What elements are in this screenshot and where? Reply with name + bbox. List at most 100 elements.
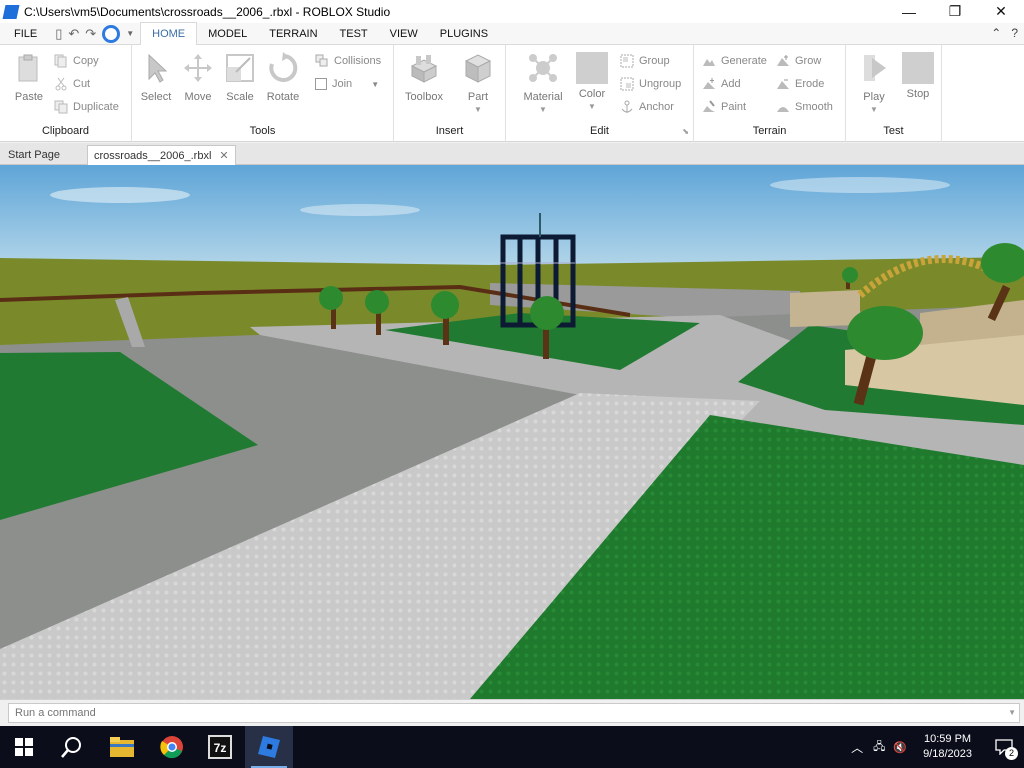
tab-view[interactable]: VIEW — [379, 23, 429, 45]
part-button[interactable]: Part ▼ — [456, 52, 500, 114]
erode-button[interactable]: Erode — [776, 75, 824, 93]
undo-icon[interactable]: ↶ — [68, 26, 79, 42]
material-label: Material — [523, 91, 563, 103]
toolbox-button[interactable]: Toolbox — [401, 52, 447, 103]
grow-button[interactable]: Grow — [776, 52, 821, 70]
file-menu[interactable]: FILE — [0, 23, 51, 45]
title-bar: C:\Users\vm5\Documents\crossroads__2006_… — [0, 0, 1024, 23]
paint-terrain-button[interactable]: Paint — [702, 98, 746, 116]
network-icon[interactable]: 🖧 — [873, 738, 885, 757]
move-tool-button[interactable]: Move — [176, 52, 220, 103]
grow-label: Grow — [795, 55, 822, 67]
part-dropdown-icon[interactable]: ▼ — [456, 105, 500, 114]
color-dropdown-icon[interactable]: ▼ — [570, 102, 614, 111]
generate-terrain-icon — [703, 59, 715, 66]
ungroup-icon — [620, 77, 634, 91]
tab-start-page[interactable]: Start Page — [2, 145, 66, 165]
play-button[interactable]: Play ▼ — [852, 52, 896, 114]
taskbar-7zip[interactable]: 7z — [196, 726, 244, 768]
minimize-button[interactable]: — — [886, 0, 932, 23]
taskbar-file-explorer[interactable] — [98, 726, 146, 768]
copy-label: Copy — [73, 55, 99, 67]
notifications-button[interactable]: 2 — [984, 726, 1024, 768]
test-group-label: Test — [883, 125, 904, 137]
maximize-button[interactable]: ❐ — [932, 0, 978, 23]
tab-test[interactable]: TEST — [329, 23, 379, 45]
rotate-tool-button[interactable]: Rotate — [261, 52, 305, 103]
anchor-button[interactable]: Anchor — [620, 98, 674, 116]
close-button[interactable]: ✕ — [978, 0, 1024, 23]
document-tab-label: crossroads__2006_.rbxl — [94, 150, 212, 162]
tab-home[interactable]: HOME — [140, 22, 198, 45]
color-button[interactable]: Color ▼ — [570, 52, 614, 111]
scale-label: Scale — [226, 91, 254, 103]
clipboard-group: Paste Copy Cut Duplicate Clipboard — [0, 45, 132, 142]
toolbox-label: Toolbox — [405, 91, 443, 103]
insert-group: Toolbox Part ▼ Insert — [394, 45, 506, 142]
quick-access-toolbar: ▯ ↶ ↷ ▼ — [55, 24, 134, 43]
ungroup-button[interactable]: Ungroup — [620, 75, 681, 93]
paste-button[interactable]: Paste — [7, 52, 51, 103]
taskbar-roblox-studio[interactable] — [245, 726, 293, 768]
windows-taskbar: 7z ︿ 🖧 🔇 10:59 PM 9/18/2023 2 — [0, 726, 1024, 768]
cut-button[interactable]: Cut — [54, 75, 90, 93]
collapse-ribbon-icon[interactable]: ⌃ — [991, 26, 1001, 40]
select-tool-button[interactable]: Select — [134, 52, 178, 103]
start-button[interactable] — [0, 726, 48, 768]
command-input[interactable] — [8, 703, 1020, 723]
material-dropdown-icon[interactable]: ▼ — [520, 105, 566, 114]
roblox-studio-icon — [2, 4, 20, 19]
join-checkbox[interactable] — [315, 78, 327, 90]
grow-icon — [777, 55, 789, 66]
show-hidden-icons-icon[interactable]: ︿ — [851, 739, 863, 756]
close-tab-icon[interactable]: ✕ — [219, 150, 228, 162]
collisions-icon — [315, 54, 328, 67]
play-label: Play — [863, 91, 885, 103]
group-button[interactable]: Group — [620, 52, 670, 70]
test-group: Play ▼ Stop Test — [846, 45, 942, 142]
recording-indicator-icon[interactable] — [102, 24, 121, 43]
volume-muted-icon[interactable]: 🔇 — [893, 741, 907, 754]
search-button[interactable] — [48, 726, 96, 768]
7zip-icon: 7z — [208, 735, 232, 759]
qat-dropdown-icon[interactable]: ▼ — [126, 29, 134, 38]
smooth-button[interactable]: Smooth — [776, 98, 833, 116]
color-swatch-icon — [576, 52, 608, 84]
terrain-group-label: Terrain — [752, 125, 787, 137]
command-bar: ▼ — [0, 699, 1024, 726]
scale-tool-button[interactable]: Scale — [218, 52, 262, 103]
join-dropdown-icon[interactable]: ▼ — [371, 80, 379, 89]
3d-viewport[interactable] — [0, 165, 1024, 699]
tools-group-label: Tools — [249, 125, 276, 137]
tab-crossroads-document[interactable]: crossroads__2006_.rbxl ✕ — [87, 145, 236, 165]
ungroup-label: Ungroup — [639, 78, 682, 90]
taskbar-chrome[interactable] — [148, 726, 196, 768]
tools-group: Select Move Scale Rotate Collisions Join — [132, 45, 394, 142]
duplicate-button[interactable]: Duplicate — [54, 98, 119, 116]
chrome-icon — [160, 736, 183, 759]
redo-icon[interactable]: ↷ — [85, 26, 96, 42]
notification-count-badge: 2 — [1005, 747, 1018, 760]
rotate-icon — [269, 52, 298, 82]
clock[interactable]: 10:59 PM 9/18/2023 — [923, 732, 972, 762]
tab-model[interactable]: MODEL — [197, 23, 258, 45]
copy-button[interactable]: Copy — [54, 52, 99, 70]
insert-group-label: Insert — [435, 125, 464, 137]
stop-button[interactable]: Stop — [896, 52, 940, 100]
new-file-icon[interactable]: ▯ — [55, 26, 62, 42]
generate-button[interactable]: Generate — [702, 52, 767, 70]
collisions-toggle[interactable]: Collisions — [315, 52, 381, 70]
join-toggle[interactable]: Join ▼ — [315, 75, 379, 93]
stop-icon — [902, 52, 934, 84]
paint-terrain-icon — [703, 100, 715, 112]
smooth-icon — [777, 107, 789, 112]
tab-plugins[interactable]: PLUGINS — [429, 23, 499, 45]
tab-terrain[interactable]: TERRAIN — [258, 23, 328, 45]
clock-date: 9/18/2023 — [923, 748, 972, 760]
paint-label: Paint — [721, 101, 747, 113]
help-icon[interactable]: ? — [1011, 26, 1018, 40]
play-dropdown-icon[interactable]: ▼ — [852, 105, 896, 114]
material-button[interactable]: Material ▼ — [520, 52, 566, 114]
command-history-dropdown-icon[interactable]: ▼ — [1008, 708, 1016, 717]
add-terrain-button[interactable]: Add — [702, 75, 741, 93]
